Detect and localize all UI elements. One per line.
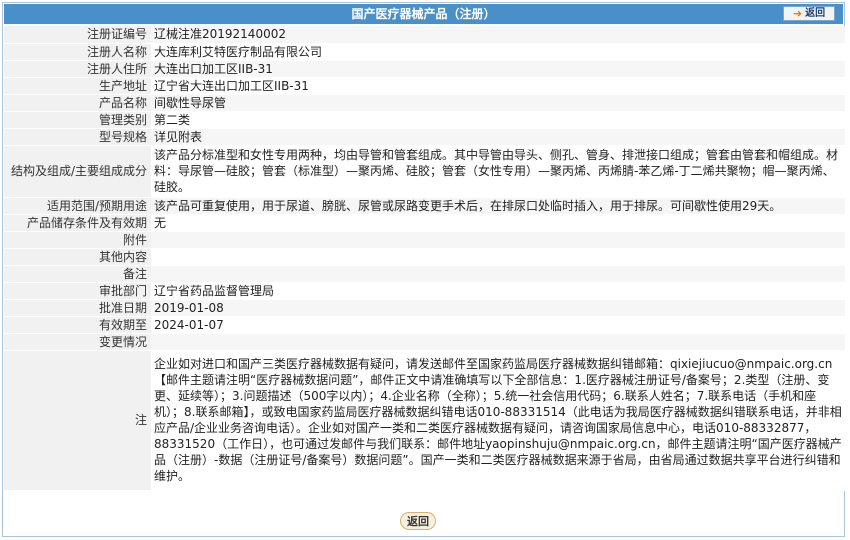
field-value: 2024-01-07 <box>151 316 845 333</box>
field-label: 备注 <box>4 265 151 282</box>
field-value: 间歇性导尿管 <box>151 94 845 111</box>
field-value: 该产品可重复使用，用于尿道、膀胱、尿管或尿路变更手术后，在排尿口处临时插入，用于… <box>151 197 845 214</box>
table-row: 备注 <box>4 265 845 282</box>
field-value: 无 <box>151 214 845 231</box>
field-value: 2019-01-08 <box>151 299 845 316</box>
field-value: 大连出口加工区IIB-31 <box>151 60 845 77</box>
table-row: 审批部门 辽宁省药品监督管理局 <box>4 282 845 299</box>
field-label: 附件 <box>4 231 151 248</box>
table-row: 其他内容 <box>4 248 845 265</box>
panel-header: 国产医疗器械产品（注册） ➜ 返回 <box>4 4 843 24</box>
detail-panel: 国产医疗器械产品（注册） ➜ 返回 注册证编号 辽械注准20192140002 … <box>2 2 845 537</box>
field-value <box>151 231 845 248</box>
field-label: 注 <box>4 350 151 490</box>
field-label: 管理类别 <box>4 111 151 128</box>
table-row: 附件 <box>4 231 845 248</box>
arrow-right-icon: ➜ <box>792 7 803 20</box>
field-value: 企业如对进口和国产三类医疗器械数据有疑问，请发送邮件至国家药监局医疗器械数据纠错… <box>151 350 845 490</box>
page-title: 国产医疗器械产品（注册） <box>351 7 496 21</box>
field-label: 有效期至 <box>4 316 151 333</box>
field-value: 该产品分标准型和女性专用两种，均由导管和管套组成。其中导管由导头、侧孔、管身、排… <box>151 145 845 197</box>
table-row: 变更情况 <box>4 333 845 350</box>
table-row: 生产地址 辽宁省大连出口加工区IIB-31 <box>4 77 845 94</box>
table-row: 型号规格 详见附表 <box>4 128 845 145</box>
back-button-top[interactable]: ➜ 返回 <box>783 6 835 21</box>
field-label: 注册人名称 <box>4 43 151 60</box>
back-button-label: 返回 <box>407 515 429 528</box>
field-value: 辽械注准20192140002 <box>151 26 845 43</box>
table-row: 有效期至 2024-01-07 <box>4 316 845 333</box>
field-label: 注册证编号 <box>4 26 151 43</box>
table-row: 管理类别 第二类 <box>4 111 845 128</box>
table-row: 批准日期 2019-01-08 <box>4 299 845 316</box>
field-value: 第二类 <box>151 111 845 128</box>
field-value: 辽宁省药品监督管理局 <box>151 282 845 299</box>
table-row: 产品名称 间歇性导尿管 <box>4 94 845 111</box>
table-row: 注册证编号 辽械注准20192140002 <box>4 26 845 43</box>
table-row: 注册人住所 大连出口加工区IIB-31 <box>4 60 845 77</box>
field-label: 型号规格 <box>4 128 151 145</box>
field-value: 大连库利艾特医疗制品有限公司 <box>151 43 845 60</box>
field-label: 结构及组成/主要组成成分 <box>4 145 151 197</box>
field-value: 辽宁省大连出口加工区IIB-31 <box>151 77 845 94</box>
table-row: 适用范围/预期用途 该产品可重复使用，用于尿道、膀胱、尿管或尿路变更手术后，在排… <box>4 197 845 214</box>
field-label: 变更情况 <box>4 333 151 350</box>
field-label: 产品储存条件及有效期 <box>4 214 151 231</box>
registration-detail-table: 注册证编号 辽械注准20192140002 注册人名称 大连库利艾特医疗制品有限… <box>4 26 845 491</box>
field-label: 产品名称 <box>4 94 151 111</box>
table-row: 结构及组成/主要组成成分 该产品分标准型和女性专用两种，均由导管和管套组成。其中… <box>4 145 845 197</box>
field-value <box>151 333 845 350</box>
field-value <box>151 248 845 265</box>
table-row: 注 企业如对进口和国产三类医疗器械数据有疑问，请发送邮件至国家药监局医疗器械数据… <box>4 350 845 490</box>
table-row: 注册人名称 大连库利艾特医疗制品有限公司 <box>4 43 845 60</box>
field-label: 适用范围/预期用途 <box>4 197 151 214</box>
back-button-label: 返回 <box>805 7 826 19</box>
field-label: 生产地址 <box>4 77 151 94</box>
field-label: 注册人住所 <box>4 60 151 77</box>
back-button-bottom[interactable]: 返回 <box>400 512 436 530</box>
field-label: 其他内容 <box>4 248 151 265</box>
table-row: 产品储存条件及有效期 无 <box>4 214 845 231</box>
field-value: 详见附表 <box>151 128 845 145</box>
field-label: 审批部门 <box>4 282 151 299</box>
field-label: 批准日期 <box>4 299 151 316</box>
field-value <box>151 265 845 282</box>
